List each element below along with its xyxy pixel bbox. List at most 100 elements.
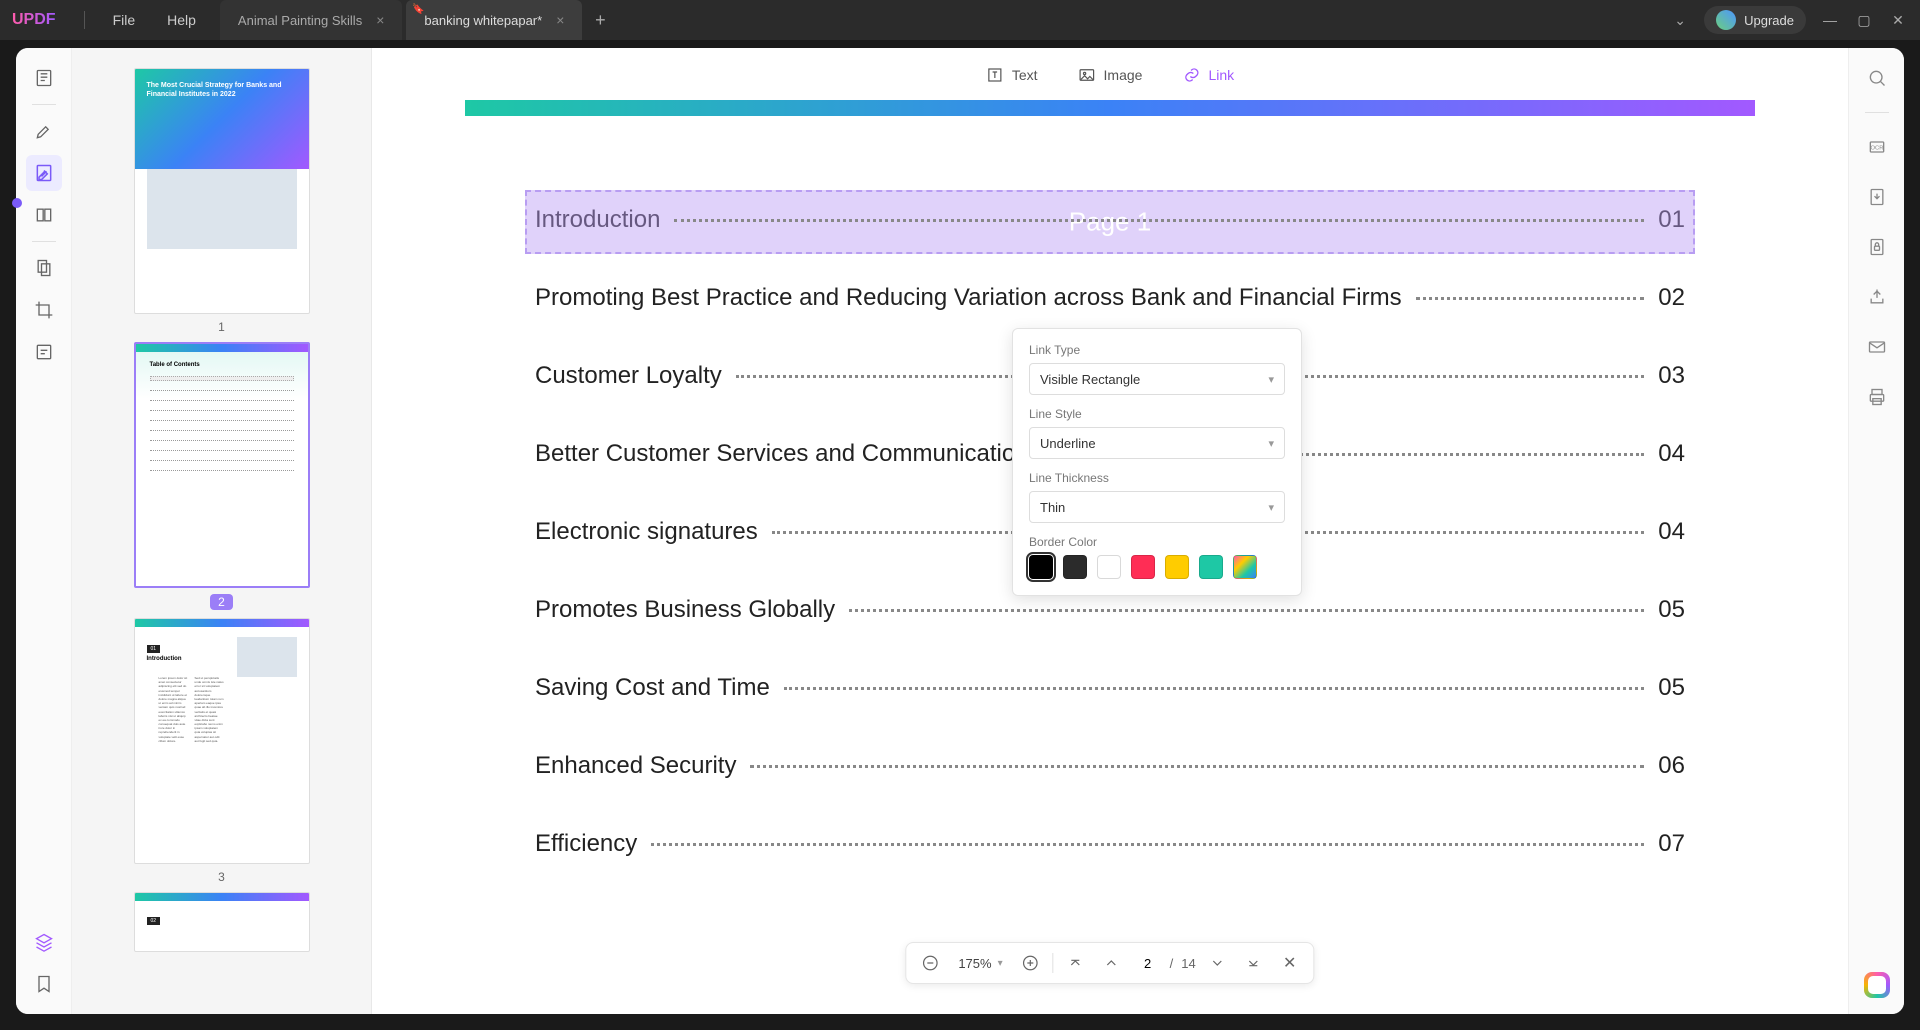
- color-swatch-custom[interactable]: [1233, 555, 1257, 579]
- edit-icon[interactable]: [26, 155, 62, 191]
- page-navigator: 175%▾ / 14 ✕: [905, 942, 1314, 984]
- tab-strip: Animal Painting Skills × 🔖 banking white…: [220, 0, 614, 40]
- thumbnail-page-1[interactable]: The Most Crucial Strategy for Banks and …: [134, 68, 310, 314]
- toc-row[interactable]: Page 1 Introduction 01: [535, 196, 1685, 248]
- chevron-down-icon[interactable]: ⌄: [1670, 10, 1690, 30]
- separator: [1865, 112, 1889, 113]
- link-properties-popup[interactable]: Link Type Visible Rectangle Line Style U…: [1012, 328, 1302, 596]
- maximize-icon[interactable]: ▢: [1854, 10, 1874, 30]
- toc-title: Electronic signatures: [535, 518, 758, 546]
- toc-page-num: 03: [1658, 362, 1685, 390]
- avatar: [1716, 10, 1736, 30]
- border-color-label: Border Color: [1029, 535, 1285, 549]
- page-input[interactable]: [1134, 956, 1162, 971]
- toc-page-num: 04: [1658, 518, 1685, 546]
- toc-row[interactable]: Promotes Business Globally 05: [535, 596, 1685, 624]
- protect-icon[interactable]: [1859, 229, 1895, 265]
- color-swatch-white[interactable]: [1097, 555, 1121, 579]
- menu-file[interactable]: File: [113, 12, 136, 28]
- layers-icon[interactable]: [26, 924, 62, 960]
- thumb-image: [237, 637, 297, 677]
- search-icon[interactable]: [1859, 60, 1895, 96]
- app-logo: UPDF: [12, 11, 56, 29]
- thumbnail-page-4[interactable]: 02: [134, 892, 310, 952]
- tool-label: Text: [1012, 67, 1038, 83]
- toc-page-num: 05: [1658, 596, 1685, 624]
- tool-link[interactable]: Link: [1176, 62, 1240, 88]
- export-icon[interactable]: [1859, 179, 1895, 215]
- next-page-button[interactable]: [1204, 949, 1232, 977]
- bookmark-icon: 🔖: [412, 4, 424, 15]
- bookmark-icon[interactable]: [26, 966, 62, 1002]
- toc-dots: [674, 219, 1644, 222]
- tab-animal-painting[interactable]: Animal Painting Skills ×: [220, 0, 402, 40]
- toc-row[interactable]: Efficiency07: [535, 830, 1685, 858]
- thumb-title: Table of Contents: [150, 362, 294, 368]
- tab-banking-whitepaper[interactable]: 🔖 banking whitepapar* ×: [406, 0, 582, 40]
- last-page-button[interactable]: [1240, 949, 1268, 977]
- zoom-out-button[interactable]: [916, 949, 944, 977]
- zoom-in-button[interactable]: [1017, 949, 1045, 977]
- link-type-label: Link Type: [1029, 343, 1285, 357]
- line-style-label: Line Style: [1029, 407, 1285, 421]
- share-icon[interactable]: [1859, 279, 1895, 315]
- tab-title: banking whitepapar*: [424, 13, 542, 28]
- document-canvas[interactable]: Text Image Link Page 1 Introduction: [372, 48, 1848, 1014]
- thumbnail-page-2[interactable]: Table of Contents: [134, 342, 310, 588]
- thumb-number: 3: [218, 870, 225, 884]
- toc-title: Customer Loyalty: [535, 362, 722, 390]
- tool-image[interactable]: Image: [1072, 62, 1149, 88]
- crop-icon[interactable]: [26, 292, 62, 328]
- page-total: 14: [1181, 956, 1195, 971]
- pages-icon[interactable]: [26, 197, 62, 233]
- separator: [1053, 953, 1054, 973]
- prev-page-button[interactable]: [1098, 949, 1126, 977]
- link-type-select[interactable]: Visible Rectangle: [1029, 363, 1285, 395]
- color-swatch-black[interactable]: [1029, 555, 1053, 579]
- menu-help[interactable]: Help: [167, 12, 196, 28]
- thumb-image: [147, 169, 297, 249]
- upgrade-button[interactable]: Upgrade: [1704, 6, 1806, 34]
- reader-mode-icon[interactable]: [26, 60, 62, 96]
- minimize-icon[interactable]: —: [1820, 10, 1840, 30]
- tool-text[interactable]: Text: [980, 62, 1044, 88]
- line-style-select[interactable]: Underline: [1029, 427, 1285, 459]
- toc-page-num: 01: [1658, 206, 1685, 234]
- tab-title: Animal Painting Skills: [238, 13, 362, 28]
- first-page-button[interactable]: [1062, 949, 1090, 977]
- color-swatch-teal[interactable]: [1199, 555, 1223, 579]
- print-icon[interactable]: [1859, 379, 1895, 415]
- right-toolbar: OCR: [1848, 48, 1904, 1014]
- close-icon[interactable]: ✕: [1888, 10, 1908, 30]
- toc-title: Promoting Best Practice and Reducing Var…: [535, 284, 1402, 312]
- color-swatch-yellow[interactable]: [1165, 555, 1189, 579]
- zoom-level[interactable]: 175%▾: [952, 956, 1008, 971]
- toc-row[interactable]: Saving Cost and Time05: [535, 674, 1685, 702]
- line-thickness-label: Line Thickness: [1029, 471, 1285, 485]
- redact-icon[interactable]: [26, 334, 62, 370]
- close-nav-button[interactable]: ✕: [1276, 949, 1304, 977]
- toc-title: Saving Cost and Time: [535, 674, 770, 702]
- thumbnail-page-3[interactable]: 01 Introduction Lorem ipsum dolor sit am…: [134, 618, 310, 864]
- thumbnail-panel[interactable]: The Most Crucial Strategy for Banks and …: [72, 48, 372, 1014]
- toc-title: Promotes Business Globally: [535, 596, 835, 624]
- toc-row[interactable]: Promoting Best Practice and Reducing Var…: [535, 284, 1685, 312]
- add-tab-button[interactable]: +: [586, 6, 614, 34]
- close-icon[interactable]: ×: [376, 12, 384, 28]
- link-selection-box[interactable]: Page 1: [525, 190, 1695, 254]
- toc-title: Better Customer Services and Communicati…: [535, 440, 1029, 468]
- workspace: The Most Crucial Strategy for Banks and …: [16, 48, 1904, 1014]
- highlight-icon[interactable]: [26, 113, 62, 149]
- color-swatch-darkgray[interactable]: [1063, 555, 1087, 579]
- link-selection-label: Page 1: [1069, 207, 1151, 238]
- line-thickness-select[interactable]: Thin: [1029, 491, 1285, 523]
- toc-title: Efficiency: [535, 830, 637, 858]
- ocr-icon[interactable]: OCR: [1859, 129, 1895, 165]
- color-swatch-red[interactable]: [1131, 555, 1155, 579]
- close-icon[interactable]: ×: [556, 12, 564, 28]
- email-icon[interactable]: [1859, 329, 1895, 365]
- organize-icon[interactable]: [26, 250, 62, 286]
- toc-page-num: 04: [1658, 440, 1685, 468]
- toc-row[interactable]: Enhanced Security06: [535, 752, 1685, 780]
- ai-assistant-icon[interactable]: [1864, 972, 1890, 998]
